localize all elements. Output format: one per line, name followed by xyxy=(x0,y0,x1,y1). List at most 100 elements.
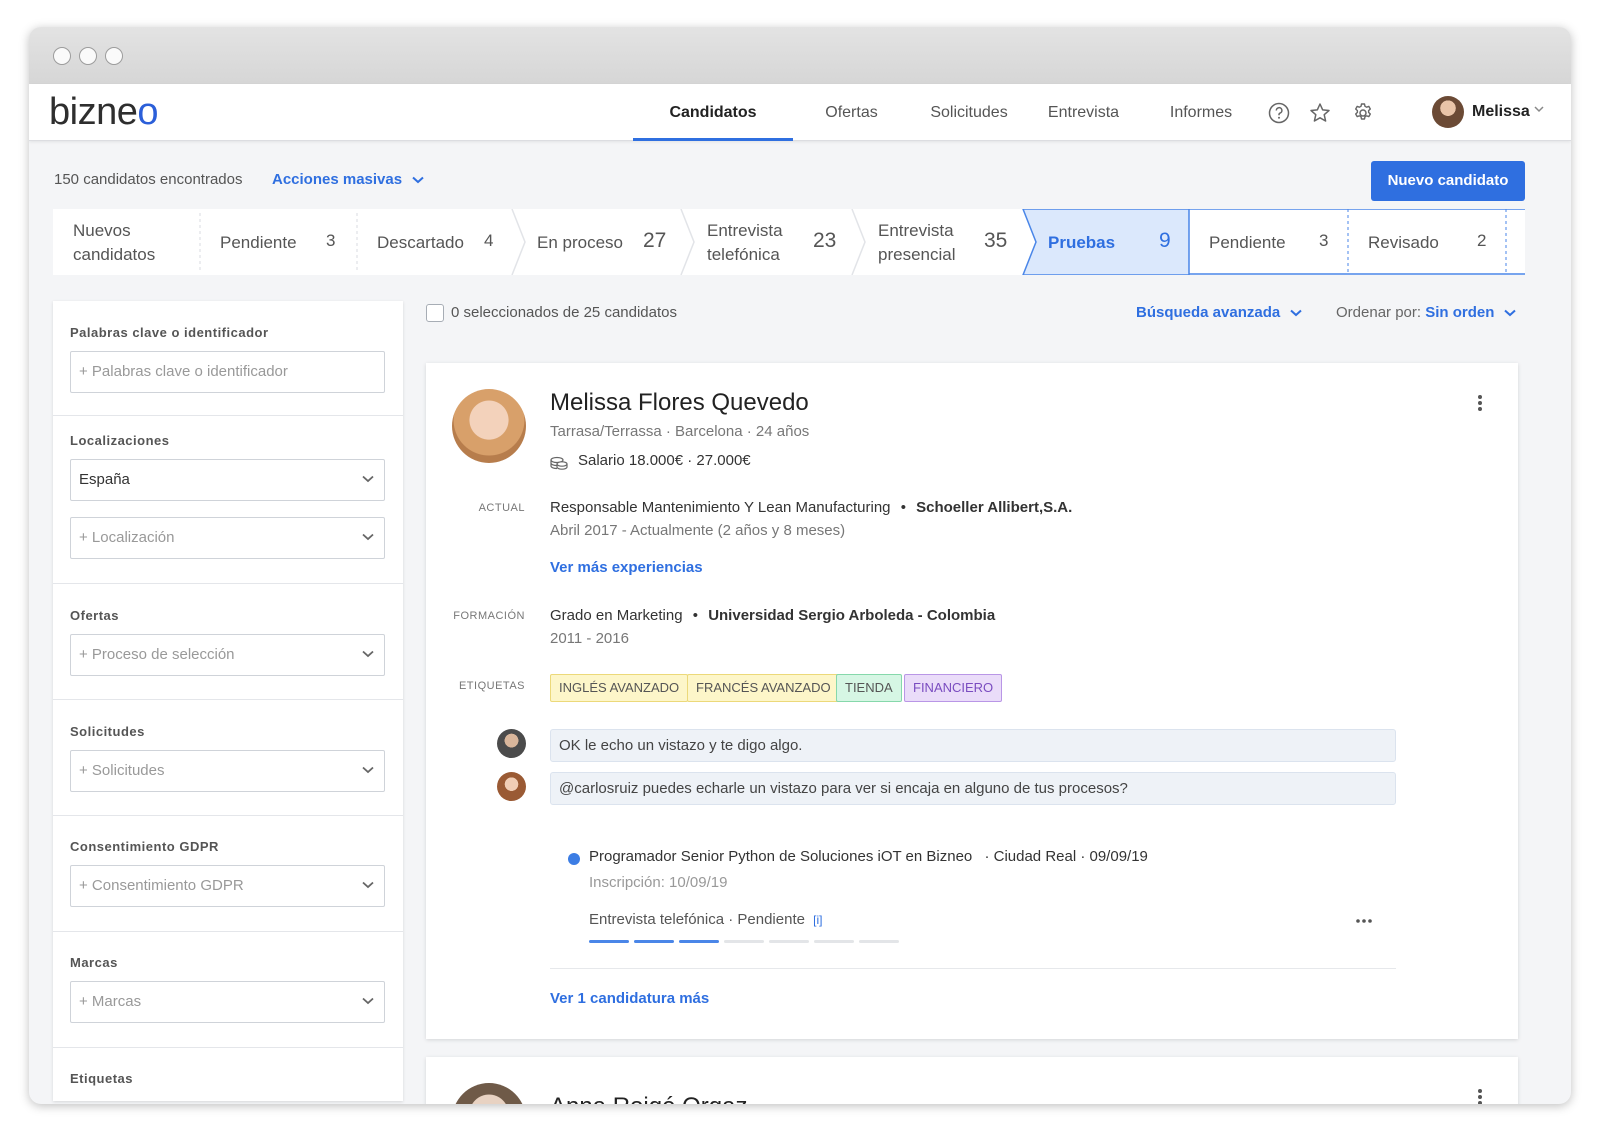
progress-segment xyxy=(589,940,629,943)
filter-brands-label: Marcas xyxy=(70,955,118,970)
candidate-card[interactable]: Melissa Flores Quevedo Tarrasa/Terrassa … xyxy=(426,363,1518,1039)
chevron-down-icon[interactable] xyxy=(1534,106,1544,113)
money-icon xyxy=(550,456,568,470)
stage-pendiente-sub[interactable]: Pendiente 3 xyxy=(1189,209,1348,275)
requests-select[interactable]: + Solicitudes xyxy=(70,750,385,792)
divider xyxy=(53,1047,403,1048)
candidate-photo[interactable] xyxy=(452,1083,526,1104)
current-job: Responsable Mantenimiento Y Lean Manufac… xyxy=(550,499,1073,516)
requests-placeholder: + Solicitudes xyxy=(79,762,165,779)
education-label: FORMACIÓN xyxy=(453,610,525,622)
application-meta: · Ciudad Real · 09/09/19 xyxy=(984,848,1148,865)
nav-candidatos[interactable]: Candidatos xyxy=(633,84,793,141)
tag-financiero[interactable]: FINANCIERO xyxy=(904,674,1003,702)
close-window-button[interactable] xyxy=(53,47,71,65)
stage-entrevista-telefonica[interactable]: Entrevista telefónica 23 xyxy=(687,209,852,275)
more-experience-link[interactable]: Ver más experiencias xyxy=(550,559,703,576)
education: Grado en Marketing • Universidad Sergio … xyxy=(550,607,996,624)
divider xyxy=(53,583,403,584)
application-menu-icon[interactable] xyxy=(1356,911,1372,929)
user-name[interactable]: Melissa xyxy=(1472,103,1530,121)
gdpr-placeholder: + Consentimiento GDPR xyxy=(79,877,244,894)
advanced-search-dropdown[interactable]: Búsqueda avanzada xyxy=(1136,304,1303,321)
comment[interactable]: @carlosruiz puedes echarle un vistazo pa… xyxy=(550,772,1396,805)
brands-select[interactable]: + Marcas xyxy=(70,981,385,1023)
stage-count: 3 xyxy=(1319,231,1329,250)
progress-segment xyxy=(679,940,719,943)
chevron-down-icon xyxy=(412,176,424,184)
keywords-input[interactable]: + Palabras clave o identificador xyxy=(70,351,385,393)
offers-placeholder: + Proceso de selección xyxy=(79,646,235,663)
chevron-down-icon xyxy=(362,650,374,658)
nav-solicitudes[interactable]: Solicitudes xyxy=(924,84,1014,141)
application-title[interactable]: Programador Senior Python de Soluciones … xyxy=(589,848,1148,865)
card-menu-icon[interactable] xyxy=(1478,393,1482,413)
current-period: Abril 2017 - Actualmente (2 años y 8 mes… xyxy=(550,522,846,539)
new-candidate-button[interactable]: Nuevo candidato xyxy=(1371,161,1525,201)
bulk-actions-dropdown[interactable]: Acciones masivas xyxy=(272,171,424,188)
location-value: España xyxy=(79,471,130,488)
nav-entrevista[interactable]: Entrevista xyxy=(1041,84,1126,141)
user-avatar[interactable] xyxy=(1432,96,1464,128)
stage-label: Descartado xyxy=(377,233,464,252)
nav-ofertas[interactable]: Ofertas xyxy=(814,84,889,141)
current-role: Responsable Mantenimiento Y Lean Manufac… xyxy=(550,499,891,516)
star-icon[interactable] xyxy=(1309,102,1331,124)
current-company: Schoeller Allibert,S.A. xyxy=(916,499,1073,516)
info-icon[interactable]: [i] xyxy=(813,913,822,927)
sort-dropdown[interactable]: Ordenar por: Sin orden xyxy=(1336,304,1516,321)
minimize-window-button[interactable] xyxy=(79,47,97,65)
stage-count: 2 xyxy=(1477,231,1487,250)
stage-label: candidatos xyxy=(73,245,156,264)
stage-label: Nuevos xyxy=(73,221,131,240)
help-icon[interactable] xyxy=(1268,102,1290,124)
tags-label: ETIQUETAS xyxy=(458,680,525,692)
add-location-placeholder: + Localización xyxy=(79,529,175,546)
stage-entrevista-presencial[interactable]: Entrevista presencial 35 xyxy=(858,209,1023,275)
bizneo-logo[interactable]: bizneo xyxy=(49,91,158,134)
education-degree: Grado en Marketing xyxy=(550,607,683,624)
add-location-select[interactable]: + Localización xyxy=(70,517,385,559)
stage-label: Revisado xyxy=(1368,233,1439,252)
candidate-name[interactable]: Anna Roigé Orgaz xyxy=(550,1093,747,1104)
divider xyxy=(550,968,1396,969)
application-registered: Inscripción: 10/09/19 xyxy=(589,874,728,891)
stage-descartado[interactable]: Descartado 4 xyxy=(357,209,512,275)
candidate-card[interactable]: Anna Roigé Orgaz xyxy=(426,1057,1518,1104)
browser-window: bizneo Candidatos Ofertas Solicitudes En… xyxy=(29,27,1571,1104)
comment[interactable]: OK le echo un vistazo y te digo algo. xyxy=(550,729,1396,762)
top-navigation: bizneo Candidatos Ofertas Solicitudes En… xyxy=(29,84,1571,141)
current-label: ACTUAL xyxy=(478,502,525,514)
stage-count: 23 xyxy=(813,229,837,252)
stage-en-proceso[interactable]: En proceso 27 xyxy=(517,209,681,275)
chevron-down-icon xyxy=(1503,309,1516,317)
window-titlebar xyxy=(29,27,1571,84)
select-all-checkbox[interactable] xyxy=(426,304,444,322)
progress-segment xyxy=(769,940,809,943)
chevron-down-icon xyxy=(362,766,374,774)
tag-ingles[interactable]: INGLÉS AVANZADO xyxy=(550,674,689,702)
candidate-name[interactable]: Melissa Flores Quevedo xyxy=(550,389,809,417)
candidate-salary: Salario 18.000€ · 27.000€ xyxy=(578,452,751,469)
stage-pendiente[interactable]: Pendiente 3 xyxy=(200,209,357,275)
education-school: Universidad Sergio Arboleda - Colombia xyxy=(708,607,996,624)
tag-frances[interactable]: FRANCÉS AVANZADO xyxy=(687,674,840,702)
stage-pruebas[interactable]: Pruebas 9 xyxy=(1028,209,1189,275)
more-applications-link[interactable]: Ver 1 candidatura más xyxy=(550,990,709,1007)
gdpr-select[interactable]: + Consentimiento GDPR xyxy=(70,865,385,907)
card-menu-icon[interactable] xyxy=(1478,1087,1482,1104)
filter-offers-label: Ofertas xyxy=(70,608,120,623)
offers-select[interactable]: + Proceso de selección xyxy=(70,634,385,676)
stage-nuevos-candidatos[interactable]: Nuevos candidatos xyxy=(53,209,200,275)
tag-tienda[interactable]: TIENDA xyxy=(836,674,902,702)
nav-informes[interactable]: Informes xyxy=(1161,84,1241,141)
chevron-down-icon xyxy=(362,997,374,1005)
candidate-photo[interactable] xyxy=(452,389,526,463)
location-select[interactable]: España xyxy=(70,459,385,501)
filter-requests-label: Solicitudes xyxy=(70,724,145,739)
maximize-window-button[interactable] xyxy=(105,47,123,65)
stage-revisado[interactable]: Revisado 2 xyxy=(1348,209,1506,275)
gear-icon[interactable] xyxy=(1352,102,1374,124)
stage-count: 35 xyxy=(984,229,1008,252)
chevron-down-icon xyxy=(362,533,374,541)
